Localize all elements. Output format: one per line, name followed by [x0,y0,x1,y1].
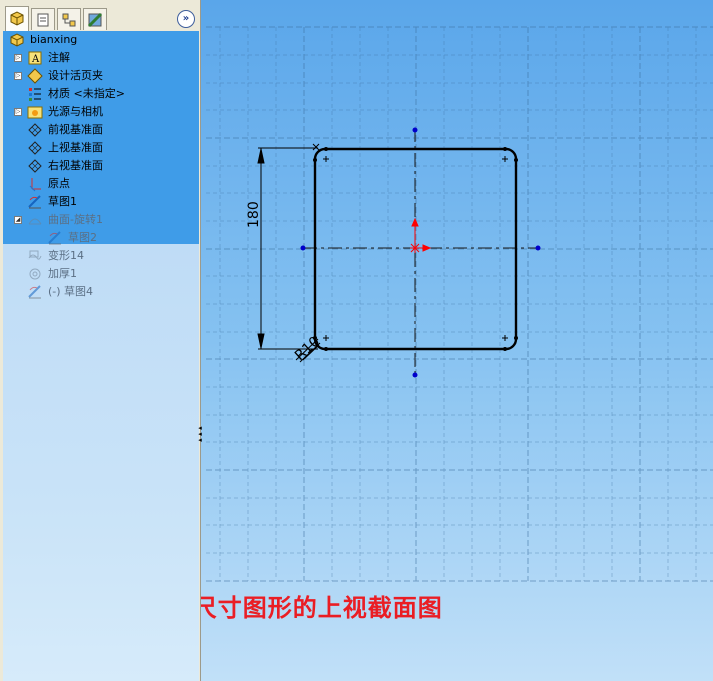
feature-tree-item[interactable]: ▷ A 注解 [3,49,199,67]
feature-tree-item-label: 设计活页夹 [48,69,103,82]
feature-tree-item-label: 原点 [48,177,70,190]
feature-tree-item-label: 草图1 [48,195,77,208]
expand-node-icon[interactable]: ▷ [14,108,22,116]
lights-cameras-icon [27,106,43,119]
plane-icon [28,141,42,155]
part-icon [10,33,24,47]
feature-tree-item-label: 注解 [48,51,70,64]
feature-tree-item[interactable]: ◢ 曲面-旋转1 [3,211,199,229]
feature-tree-item-label: 前视基准面 [48,123,103,136]
origin-icon [29,178,41,192]
feature-tree-item-label: 变形14 [48,249,84,262]
feature-manager-panel: » bianxing ▷ A 注解 ▷ 设计活页夹材质 <未指定> ▷ 光源与相机前视基准面上… [0,0,203,681]
feature-tree-item[interactable]: ▷ 光源与相机 [3,103,199,121]
configuration-manager-tab[interactable] [57,8,81,30]
panel-splitter-handle[interactable]: ◂ ◂ ◂ [197,425,203,445]
feature-tree-item[interactable]: 加厚1 [3,265,199,283]
svg-text:A: A [31,54,40,65]
deform-icon [28,250,42,260]
manager-tabs: » [3,6,199,32]
feature-tree-icon [10,11,24,26]
dimension-marker [312,143,320,151]
display-icon [87,12,103,27]
feature-tree-item-label: 草图2 [68,231,97,244]
feature-tree-item[interactable]: bianxing [3,31,199,49]
feature-tree-item-label: bianxing [30,33,78,46]
surface-revolve-icon [28,218,42,225]
expand-panel-button[interactable]: » [177,10,195,28]
feature-tree-item[interactable]: 原点 [3,175,199,193]
sketch-icon [28,285,41,299]
material-icon [29,88,41,101]
feature-tree-item[interactable]: 变形14 [3,247,199,265]
plane-icon [28,123,42,137]
thicken-icon [29,268,41,280]
feature-tree-item[interactable]: 前视基准面 [3,121,199,139]
feature-tree-item[interactable]: 上视基准面 [3,139,199,157]
sketch-icon [48,231,61,245]
feature-tree-item-label: 曲面-旋转1 [48,213,103,226]
origin-icon [410,217,432,253]
feature-tree-item[interactable]: 材质 <未指定> [3,85,199,103]
feature-tree-item-label: 光源与相机 [48,105,103,118]
feature-tree-lower-area [3,244,199,681]
feature-tree-item[interactable]: ▷ 设计活页夹 [3,67,199,85]
feature-tree-item-label: 加厚1 [48,267,77,280]
configuration-icon [62,13,76,26]
property-icon [37,13,49,26]
feature-tree-item[interactable]: 草图2 [3,229,199,247]
annotations-icon: A [28,51,42,65]
expand-node-icon[interactable]: ▷ [14,72,22,80]
feature-tree-item-label: (-) 草图4 [48,285,94,298]
feature-tree-item[interactable]: (-) 草图4 [3,283,199,301]
property-manager-tab[interactable] [31,8,55,30]
plane-icon [28,159,42,173]
sketch-icon [28,195,41,209]
collapse-node-icon[interactable]: ◢ [14,216,22,224]
feature-tree-item-label: 上视基准面 [48,141,103,154]
display-manager-tab[interactable] [83,8,107,30]
feature-tree-item[interactable]: 草图1 [3,193,199,211]
expand-node-icon[interactable]: ▷ [14,54,22,62]
height-dimension-text: 180 [246,201,262,228]
feature-manager-tab[interactable] [5,6,29,31]
feature-tree-item[interactable]: 右视基准面 [3,157,199,175]
design-binder-icon [27,68,43,84]
feature-tree-item-label: 材质 <未指定> [48,87,125,100]
feature-tree-item-label: 右视基准面 [48,159,103,172]
